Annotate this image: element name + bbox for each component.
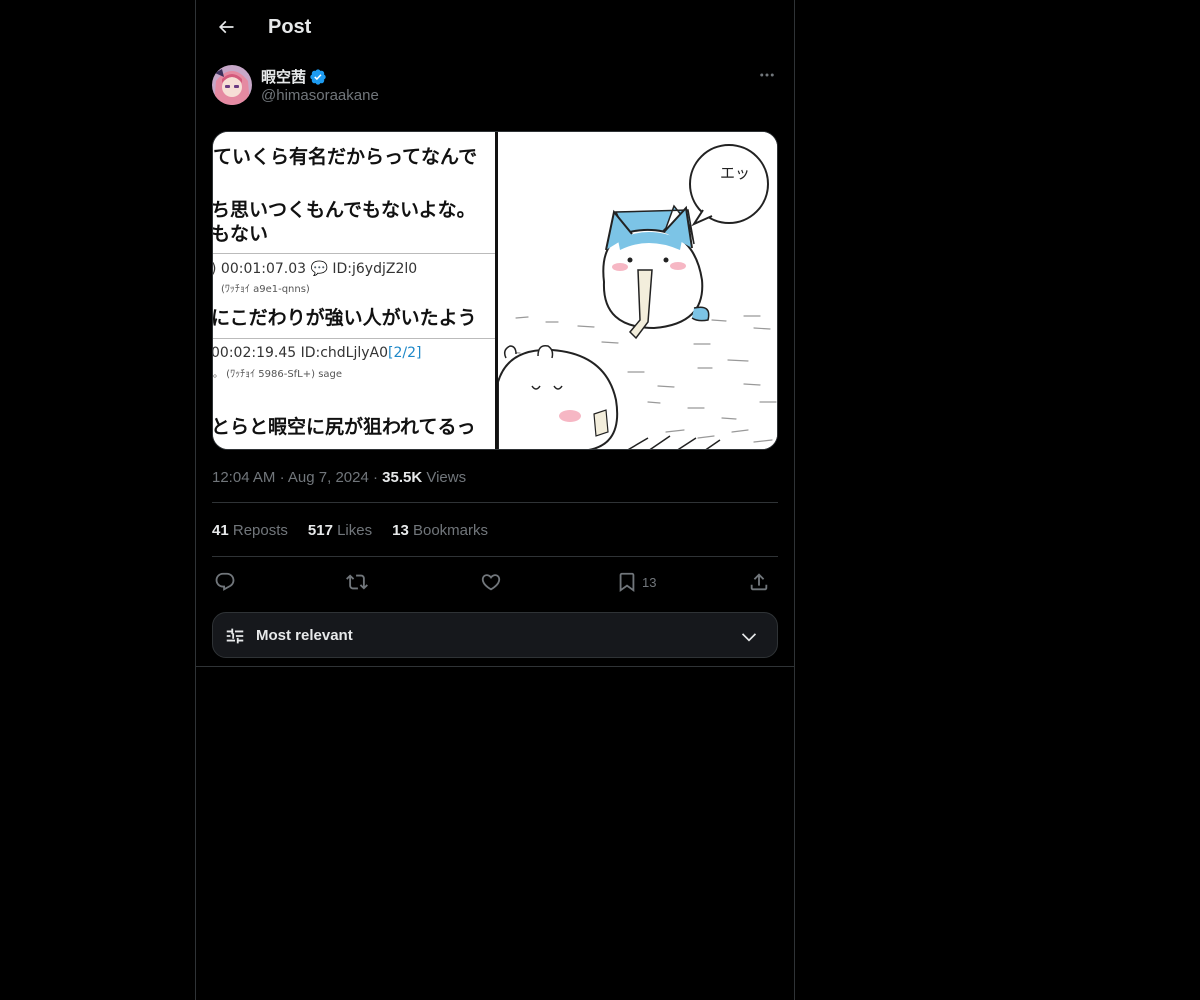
repost-icon — [346, 574, 368, 590]
arrow-left-icon — [218, 20, 234, 34]
reply-button[interactable] — [214, 568, 236, 596]
more-options-button[interactable] — [756, 65, 778, 85]
repost-button[interactable] — [346, 568, 368, 596]
verified-badge-icon — [310, 68, 326, 85]
avatar[interactable] — [212, 65, 252, 105]
likes-stat[interactable]: 517 Likes — [308, 521, 372, 541]
post-stats: 41 Reposts 517 Likes 13 Bookmarks — [212, 521, 488, 541]
board-text-line: とらと暇空に尻が狙われてるっ — [213, 416, 476, 438]
board-divider — [213, 253, 495, 254]
board-divider — [213, 338, 495, 339]
page-title: Post — [268, 16, 312, 38]
sliders-icon — [226, 628, 244, 644]
share-icon — [750, 573, 768, 591]
display-name-text: 暇空茜 — [261, 69, 307, 86]
board-text-line: ていくら有名だからってなんで — [213, 146, 478, 168]
separator-dot: · — [279, 469, 285, 486]
board-meta-count: [2/2] — [388, 345, 422, 361]
speech-bubble-text: エッ — [720, 164, 750, 182]
reply-icon — [215, 572, 235, 591]
divider — [212, 502, 778, 503]
post-timestamp: 12:04 AM · Aug 7, 2024 · 35.5K Views — [212, 468, 466, 488]
board-meta-line: 。 (ﾜｯﾁｮｲ 5986-SfL+) sage — [213, 369, 343, 380]
views-label: Views — [426, 469, 467, 486]
bookmarks-label: Bookmarks — [412, 522, 489, 539]
views-count: 35.5K — [382, 469, 423, 486]
display-name[interactable]: 暇空茜 — [261, 66, 327, 87]
bookmark-button[interactable]: 13 — [616, 568, 656, 596]
share-button[interactable] — [748, 568, 770, 596]
divider — [196, 666, 794, 667]
page-header: Post — [196, 0, 794, 54]
bookmark-count: 13 — [642, 574, 657, 590]
divider — [212, 556, 778, 557]
like-button[interactable] — [480, 568, 502, 596]
user-handle[interactable]: @himasoraakane — [261, 87, 379, 104]
post-media[interactable]: ていくら有名だからってなんで ち思いつくもんでもないよな。 もない ) 00:0… — [212, 131, 778, 450]
chevron-down-icon — [741, 633, 757, 642]
likes-label: Likes — [337, 522, 373, 539]
likes-count: 517 — [307, 522, 333, 539]
bookmark-icon — [619, 572, 635, 593]
reposts-label: Reposts — [232, 522, 288, 539]
post-author: 暇空茜 @himasoraakane — [212, 65, 778, 107]
separator-dot: · — [372, 469, 378, 486]
board-meta-line: ) 00:01:07.03 💬 ID:j6ydjZ2l0 — [213, 261, 418, 277]
bookmarks-count: 13 — [392, 522, 409, 539]
board-meta-id: 00:02:19.45 ID:chdLjlyA0 — [213, 345, 389, 361]
reposts-stat[interactable]: 41 Reposts — [212, 521, 288, 541]
back-button[interactable] — [212, 13, 240, 41]
more-horizontal-icon — [760, 73, 774, 77]
bookmarks-stat[interactable]: 13 Bookmarks — [392, 521, 488, 541]
media-illustration: エッ — [498, 132, 777, 449]
board-text-line: もない — [213, 223, 269, 245]
reposts-count: 41 — [212, 522, 229, 539]
reply-sort-dropdown[interactable]: Most relevant — [212, 612, 778, 658]
sort-label: Most relevant — [256, 627, 353, 644]
post-time[interactable]: 12:04 AM — [212, 469, 275, 486]
board-meta-line: 00:02:19.45 ID:chdLjlyA0[2/2] — [213, 345, 422, 361]
main-column: Post 暇空茜 @himasoraakane ていくら有名だからってなんで ち… — [195, 0, 795, 1000]
post-date[interactable]: Aug 7, 2024 — [288, 469, 369, 486]
board-meta-line: (ﾜｯﾁｮｲ a9e1-qnns) — [221, 284, 310, 295]
heart-icon — [481, 574, 501, 591]
action-bar: 13 — [212, 568, 778, 596]
board-text-line: にこだわりが強い人がいたよう — [213, 307, 477, 329]
media-image-board-screenshot: ていくら有名だからってなんで ち思いつくもんでもないよな。 もない ) 00:0… — [213, 132, 495, 449]
board-text-line: ち思いつくもんでもないよな。 — [213, 199, 476, 221]
